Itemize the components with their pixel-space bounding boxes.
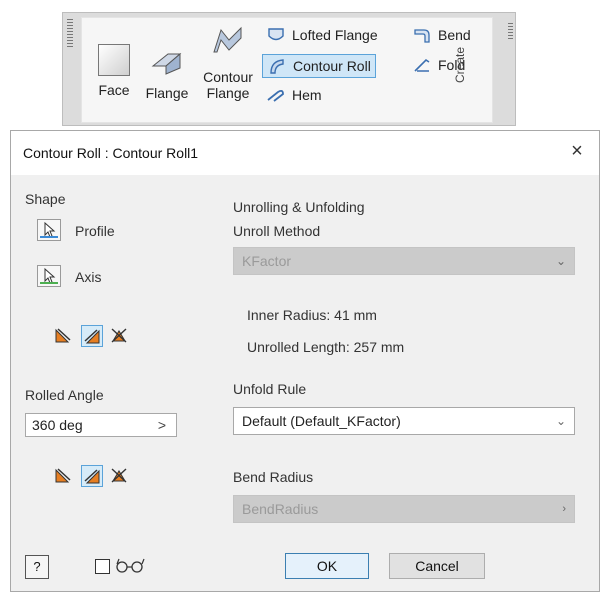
contour-flange-button[interactable]: Contour Flange <box>196 22 260 101</box>
flange-label: Flange <box>145 85 189 101</box>
chevron-down-icon: ⌄ <box>555 254 566 268</box>
preview-checkbox[interactable] <box>95 559 110 574</box>
ribbon-panel: Face Flange Contour Flange Lofted Flange <box>62 12 516 126</box>
create-panel-title: Create <box>453 46 467 84</box>
profile-label: Profile <box>75 223 115 239</box>
face-button[interactable]: Face <box>90 44 138 98</box>
bend-label: Bend <box>438 27 471 43</box>
profile-select-button[interactable] <box>37 219 61 241</box>
contour-roll-label: Contour Roll <box>293 58 371 74</box>
direction-symmetric-button[interactable] <box>109 465 131 487</box>
axis-label: Axis <box>75 269 102 285</box>
lofted-flange-button[interactable]: Lofted Flange <box>262 24 382 46</box>
unrolled-length-text: Unrolled Length: 257 mm <box>247 339 405 355</box>
inner-radius-text: Inner Radius: 41 mm <box>247 307 377 323</box>
shape-heading: Shape <box>25 191 66 207</box>
lofted-flange-icon <box>268 28 284 41</box>
unrolling-heading: Unrolling & Unfolding <box>233 199 365 215</box>
cancel-button[interactable]: Cancel <box>389 553 485 579</box>
close-button[interactable]: × <box>563 137 591 165</box>
lofted-flange-label: Lofted Flange <box>292 27 378 43</box>
ribbon-grip-right[interactable] <box>508 23 513 41</box>
bend-radius-label: Bend Radius <box>233 469 314 485</box>
help-button[interactable]: ? <box>25 555 49 579</box>
contour-flange-label-2: Flange <box>206 85 250 101</box>
unfold-rule-value: Default (Default_KFactor) <box>242 413 401 429</box>
symmetric-icon <box>111 328 127 343</box>
flange-icon <box>151 52 182 75</box>
bend-icon <box>414 29 430 43</box>
contour-roll-icon <box>270 59 284 74</box>
contour-flange-label-1: Contour <box>203 69 253 85</box>
contour-roll-button[interactable]: Contour Roll <box>262 54 376 78</box>
axis-indicator <box>40 282 58 284</box>
unroll-method-value: KFactor <box>242 253 292 269</box>
contour-flange-icon <box>213 26 242 53</box>
face-icon <box>98 44 130 76</box>
unroll-method-dropdown[interactable]: KFactor ⌄ <box>233 247 575 275</box>
axis-select-button[interactable] <box>37 265 61 287</box>
flip-side-icon <box>84 329 100 344</box>
rolled-angle-heading: Rolled Angle <box>25 387 104 403</box>
face-label: Face <box>98 82 130 98</box>
direction-2-button[interactable] <box>81 465 103 487</box>
dialog-titlebar[interactable]: Contour Roll : Contour Roll1 × <box>11 131 599 175</box>
hem-icon <box>267 89 284 102</box>
hem-button[interactable]: Hem <box>262 84 326 106</box>
angle-menu-arrow[interactable]: > <box>158 414 166 436</box>
dialog-title: Contour Roll : Contour Roll1 <box>23 145 199 161</box>
symmetric-button[interactable] <box>109 325 131 347</box>
flip-side-icon <box>55 328 71 343</box>
ribbon-create-panel: Face Flange Contour Flange Lofted Flange <box>81 17 493 123</box>
flip-side-1-button[interactable] <box>53 325 75 347</box>
direction-icon <box>84 469 100 484</box>
chevron-down-icon: ⌄ <box>555 414 566 428</box>
direction-icon <box>55 468 71 483</box>
unfold-rule-label: Unfold Rule <box>233 381 307 397</box>
direction-symmetric-icon <box>111 468 127 483</box>
ribbon-grip-left[interactable] <box>67 19 73 49</box>
bend-button[interactable]: Bend <box>408 24 475 46</box>
hem-label: Hem <box>292 87 322 103</box>
bend-radius-menu-arrow[interactable]: › <box>562 496 566 522</box>
direction-1-button[interactable] <box>53 465 75 487</box>
unroll-method-label: Unroll Method <box>233 223 321 239</box>
fold-icon <box>414 58 430 72</box>
ok-button[interactable]: OK <box>285 553 369 579</box>
glasses-icon <box>116 558 145 573</box>
profile-indicator <box>40 236 58 238</box>
bend-radius-input[interactable]: BendRadius › <box>233 495 575 523</box>
flip-side-2-button[interactable] <box>81 325 103 347</box>
rolled-angle-value: 360 deg <box>32 417 83 433</box>
contour-roll-dialog: Contour Roll : Contour Roll1 × Shape Pro… <box>10 130 600 592</box>
bend-radius-value: BendRadius <box>242 501 319 517</box>
help-icon: ? <box>33 559 41 574</box>
flange-button[interactable]: Flange <box>138 42 196 101</box>
unfold-rule-dropdown[interactable]: Default (Default_KFactor) ⌄ <box>233 407 575 435</box>
rolled-angle-input[interactable]: 360 deg > <box>25 413 177 437</box>
